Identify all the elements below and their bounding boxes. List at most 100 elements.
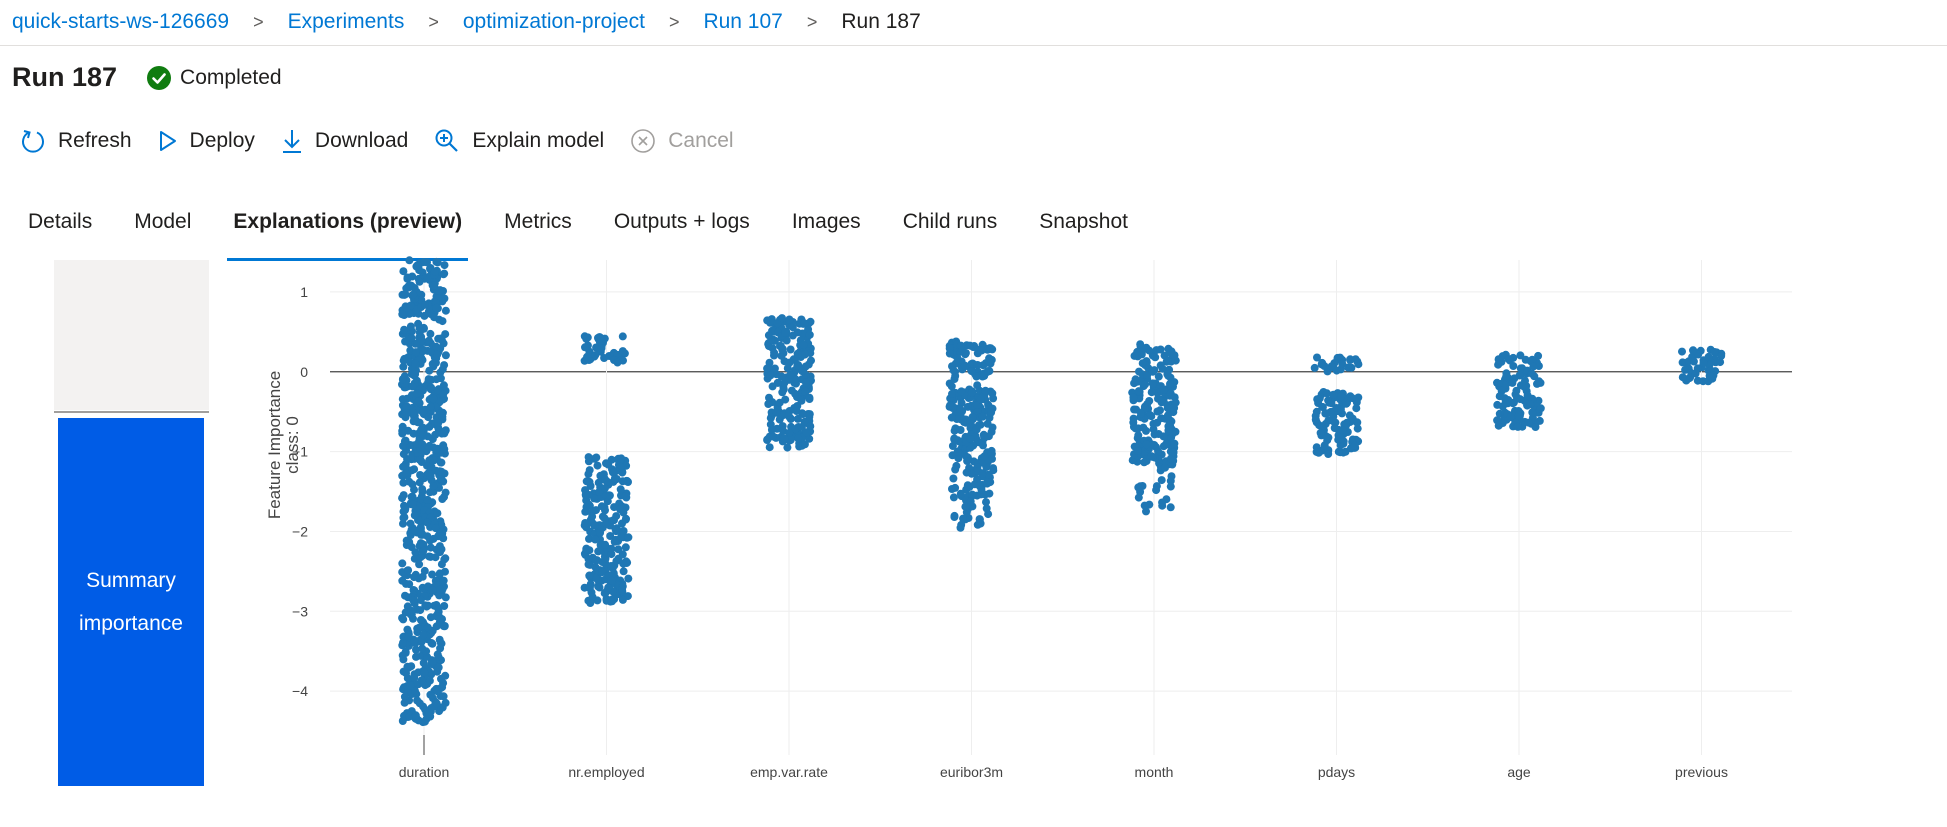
data-point (763, 364, 772, 373)
data-point (1159, 385, 1168, 394)
data-point (1528, 408, 1537, 417)
data-point (1320, 362, 1329, 370)
data-point (1506, 413, 1515, 422)
breadcrumb-workspace[interactable]: quick-starts-ws-126669 (12, 10, 229, 34)
data-point (1166, 380, 1174, 388)
data-point (592, 556, 601, 565)
data-point (410, 526, 419, 535)
tab-child-runs[interactable]: Child runs (903, 210, 998, 244)
data-point (1352, 404, 1361, 413)
data-point (1338, 426, 1347, 434)
data-point (618, 595, 627, 604)
data-point (425, 336, 433, 345)
data-point (979, 441, 987, 450)
run-tabs: Details Model Explanations (preview) Met… (28, 210, 1170, 261)
data-point (799, 410, 808, 419)
data-point (784, 412, 793, 421)
data-point (1148, 367, 1157, 376)
data-point (399, 655, 408, 664)
data-point (436, 644, 445, 653)
data-point (419, 546, 428, 555)
run-header: Run 187 Completed (12, 62, 282, 93)
deploy-label: Deploy (189, 129, 255, 152)
tab-explanations[interactable]: Explanations (preview) (227, 210, 468, 261)
data-point (617, 454, 626, 463)
data-point (423, 258, 431, 267)
tab-outputs-logs[interactable]: Outputs + logs (614, 210, 750, 244)
explain-model-button[interactable]: Explain model (434, 128, 604, 154)
data-point (618, 477, 627, 486)
data-point (1139, 423, 1148, 432)
data-point (401, 469, 410, 478)
data-point (581, 519, 590, 527)
x-tick-label: nr.employed (568, 764, 644, 780)
x-tick-label: euribor3m (940, 764, 1003, 780)
cancel-button[interactable]: Cancel (630, 128, 734, 154)
tab-details[interactable]: Details (28, 210, 92, 244)
data-point (959, 514, 968, 523)
data-point (978, 470, 987, 479)
tab-snapshot[interactable]: Snapshot (1039, 210, 1128, 244)
data-point (412, 389, 421, 398)
data-point (781, 329, 790, 337)
data-point (420, 668, 429, 677)
data-point (410, 573, 418, 582)
data-point (1152, 486, 1161, 495)
data-point (437, 560, 446, 569)
data-point (400, 437, 409, 446)
data-point (785, 315, 794, 324)
data-point (614, 545, 623, 554)
data-point (799, 340, 808, 349)
data-point (437, 467, 446, 476)
breadcrumb: quick-starts-ws-126669 > Experiments > o… (12, 8, 921, 36)
data-point (415, 560, 424, 569)
data-point (613, 358, 622, 367)
data-point (417, 676, 426, 685)
data-point (962, 468, 971, 477)
data-point (1170, 393, 1179, 402)
data-point (411, 711, 420, 720)
breadcrumb-experiment[interactable]: optimization-project (463, 10, 645, 34)
data-point (582, 545, 591, 554)
refresh-button[interactable]: Refresh (20, 128, 132, 154)
data-point (1495, 392, 1504, 401)
data-point (411, 359, 420, 368)
data-point (419, 702, 428, 711)
data-point (950, 513, 959, 521)
data-point (413, 696, 422, 705)
breadcrumb-current: Run 187 (841, 10, 921, 33)
data-point (793, 349, 802, 358)
data-point (425, 709, 433, 718)
tab-model[interactable]: Model (134, 210, 191, 244)
data-point (945, 349, 954, 358)
summary-importance-button[interactable]: Summary importance (58, 418, 204, 786)
data-point (410, 370, 419, 379)
data-point (586, 599, 595, 607)
data-point (1526, 400, 1535, 409)
data-point (607, 562, 615, 570)
data-point (423, 495, 432, 504)
breadcrumb-experiments[interactable]: Experiments (288, 10, 405, 34)
data-point (439, 576, 448, 585)
data-point (801, 378, 810, 387)
x-tick-label: pdays (1318, 764, 1355, 780)
data-point (437, 474, 446, 483)
data-point (1521, 376, 1529, 385)
data-point (440, 429, 449, 438)
data-point (945, 379, 954, 388)
tab-metrics[interactable]: Metrics (504, 210, 572, 244)
data-point (423, 518, 432, 527)
data-point (430, 281, 439, 290)
cancel-circle-icon (631, 129, 656, 153)
y-tick-label: 1 (300, 284, 308, 300)
breadcrumb-parent-run[interactable]: Run 107 (703, 10, 782, 34)
data-point (425, 676, 434, 685)
data-point (591, 351, 600, 360)
data-point (409, 429, 418, 438)
data-point (985, 358, 994, 367)
deploy-button[interactable]: Deploy (158, 129, 255, 153)
data-point (980, 452, 989, 461)
tab-images[interactable]: Images (792, 210, 861, 244)
data-point (1327, 399, 1336, 408)
download-button[interactable]: Download (281, 128, 408, 154)
